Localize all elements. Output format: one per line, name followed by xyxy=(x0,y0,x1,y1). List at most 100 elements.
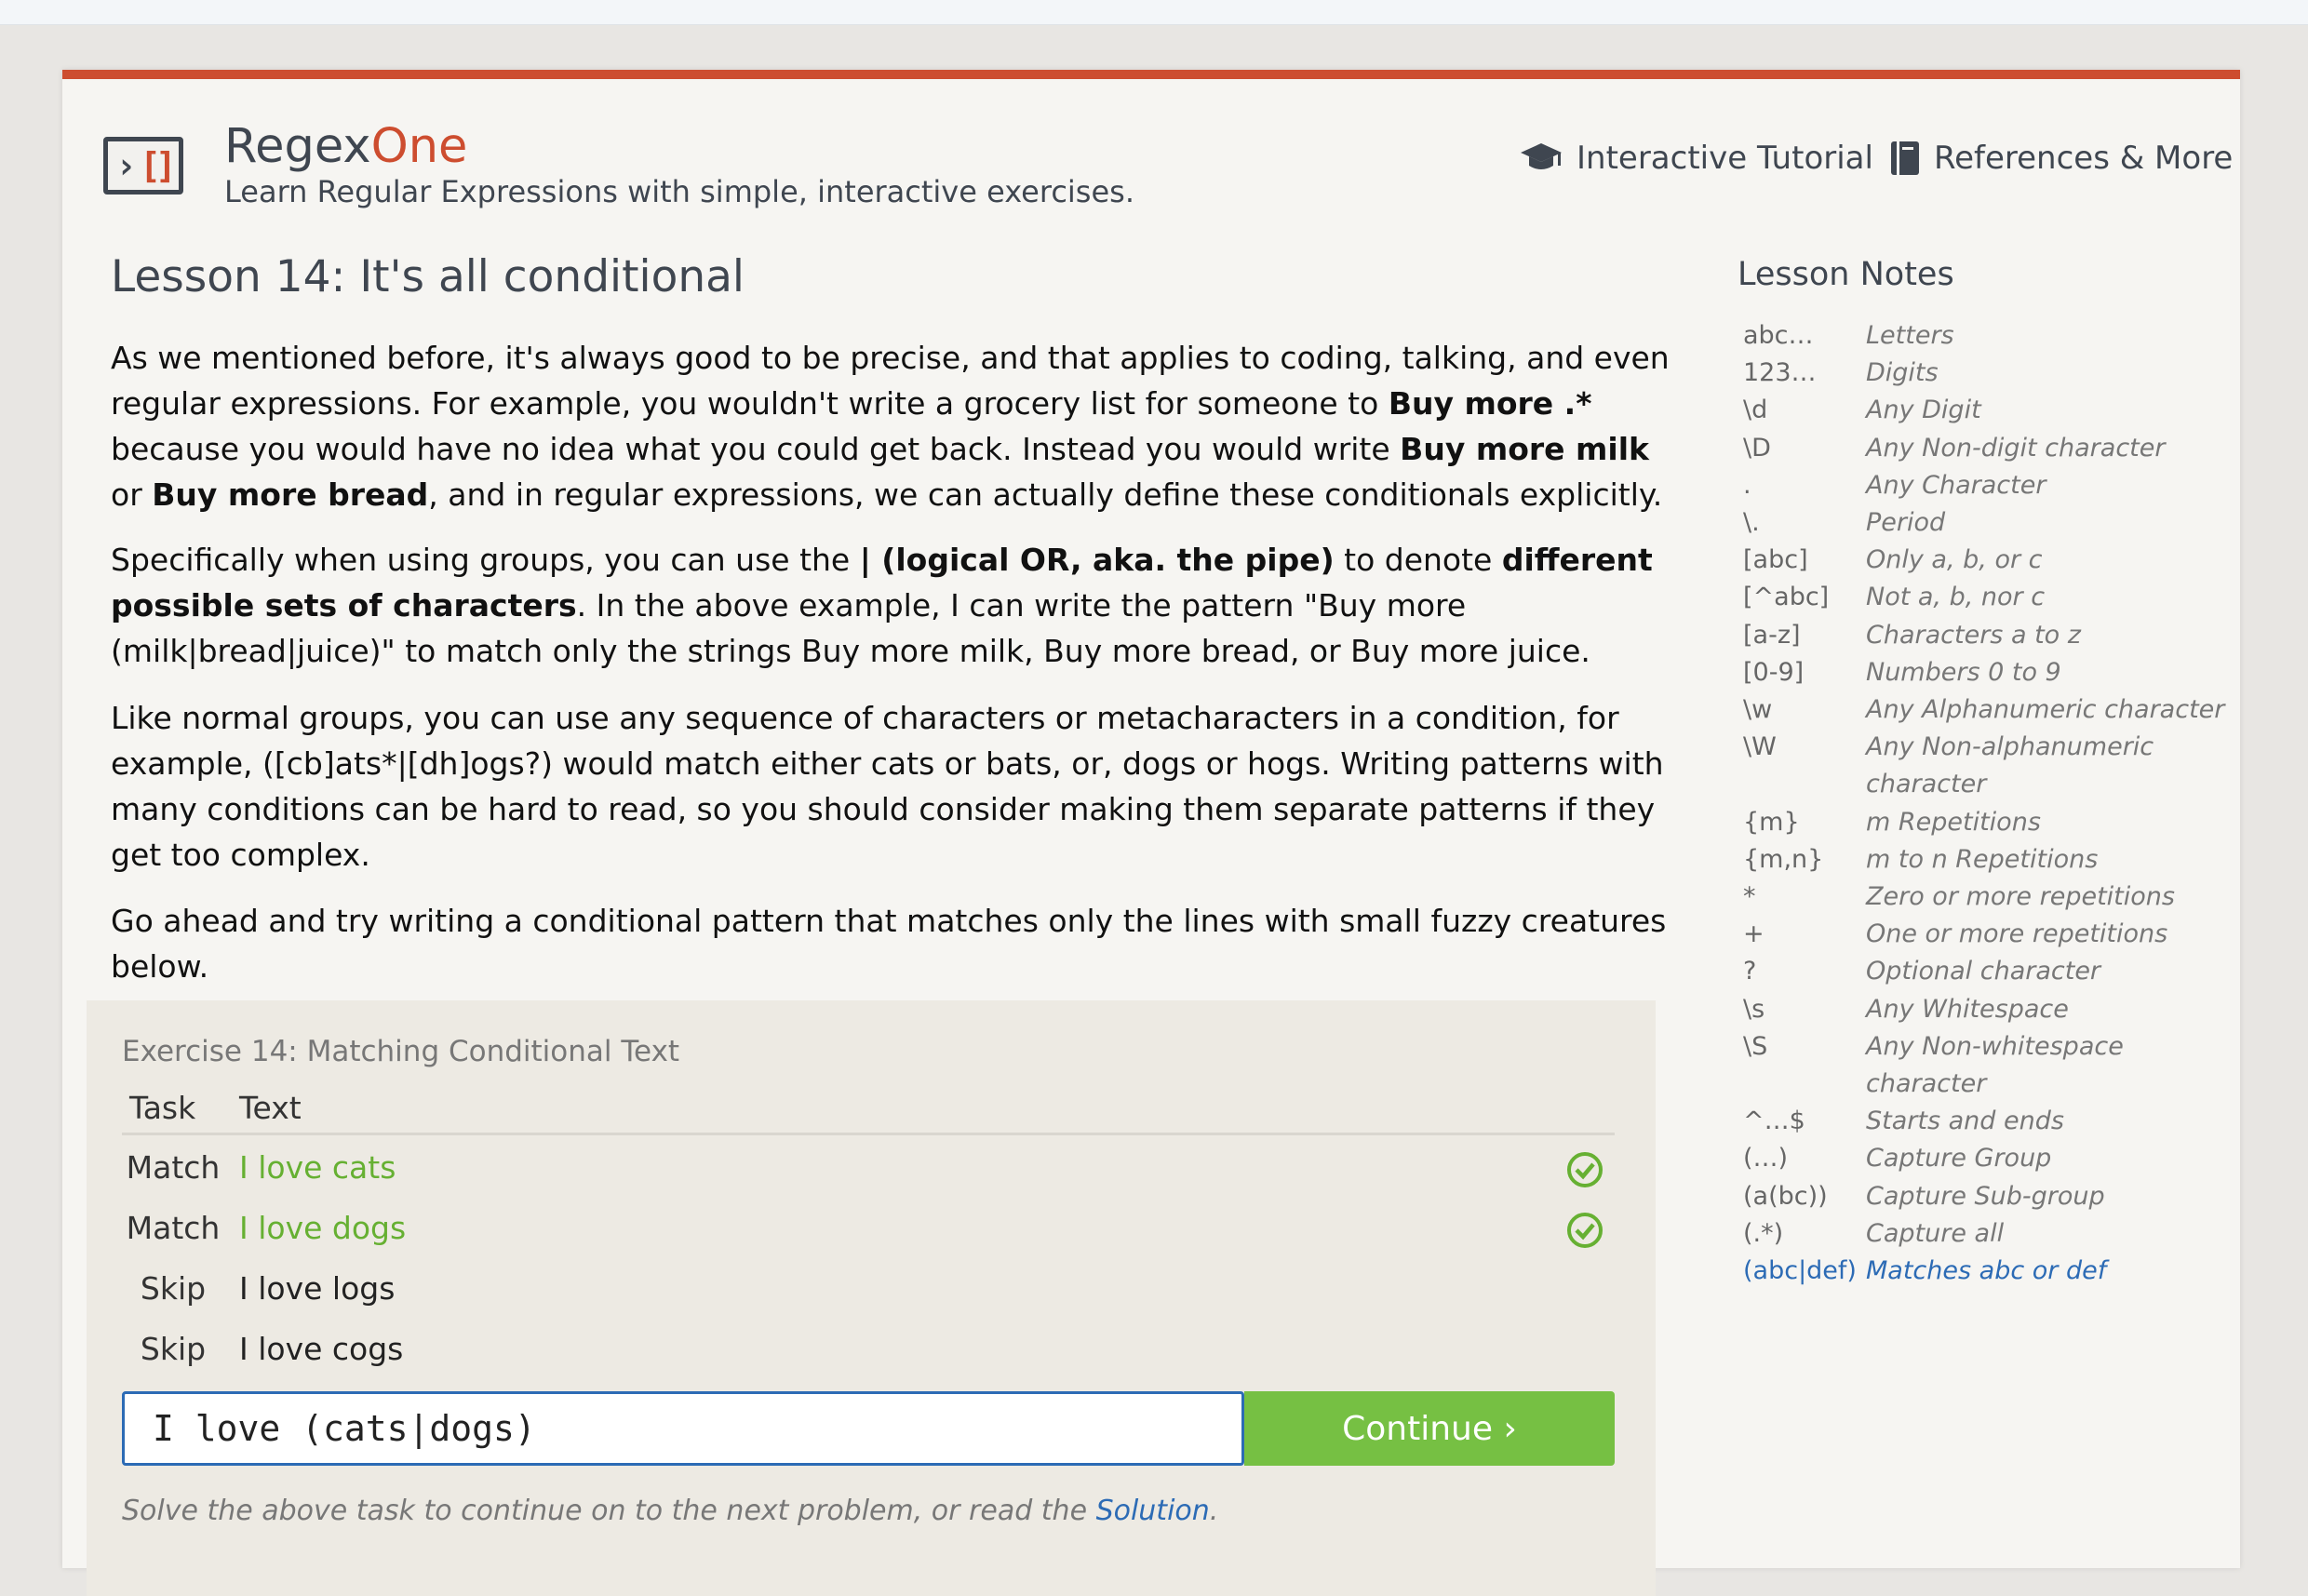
note-meaning: Capture all xyxy=(1866,1218,2005,1248)
lesson-note-item: ? Optional character xyxy=(1743,953,2246,990)
exercise-row: Match I love cats xyxy=(122,1138,1615,1198)
lesson-note-item: \. Period xyxy=(1743,504,2246,542)
lesson-note-item: abc… Letters xyxy=(1743,317,2246,355)
note-meaning: Characters a to z xyxy=(1866,620,2081,650)
lesson-note-item: {m} m Repetitions xyxy=(1743,804,2246,841)
solution-link[interactable]: Solution xyxy=(1096,1495,1210,1527)
lesson-note-item: . Any Character xyxy=(1743,467,2246,504)
continue-button[interactable]: Continue › xyxy=(1244,1391,1615,1466)
note-syntax: abc… xyxy=(1743,321,1814,350)
note-meaning: Any Whitespace xyxy=(1866,994,2069,1024)
nav-references[interactable]: References & More xyxy=(1889,135,2233,181)
lesson-title: Lesson 14: It's all conditional xyxy=(111,251,745,302)
note-meaning: m to n Repetitions xyxy=(1866,844,2099,874)
lesson-note-item: \d Any Digit xyxy=(1743,392,2246,429)
note-meaning: Any Non-alphanumeric xyxy=(1866,732,2154,762)
lesson-note-item: (…) Capture Group xyxy=(1743,1140,2246,1177)
browser-top-strip xyxy=(0,0,2308,25)
note-meaning: Any Non-whitespace character xyxy=(1866,1031,2124,1099)
row-text: I love cats xyxy=(239,1149,396,1186)
note-syntax: ^…$ xyxy=(1743,1106,1805,1136)
lesson-note-item: ^…$ Starts and ends xyxy=(1743,1103,2246,1140)
note-meaning: Capture Sub-group xyxy=(1866,1181,2105,1211)
note-syntax: . xyxy=(1743,470,1751,500)
note-syntax: {m,n} xyxy=(1743,844,1824,874)
regexone-logo-icon[interactable]: ›[] xyxy=(103,137,183,194)
lesson-paragraph-2: Specifically when using groups, you can … xyxy=(111,542,1653,669)
exercise-title: Exercise 14: Matching Conditional Text xyxy=(122,1035,680,1068)
exercise-row: Match I love dogs xyxy=(122,1199,1615,1258)
note-meaning: Any Non-digit character xyxy=(1866,433,2166,463)
lesson-note-item: \w Any Alphanumeric character xyxy=(1743,691,2246,729)
lesson-note-item: 123… Digits xyxy=(1743,355,2246,392)
note-syntax: {m} xyxy=(1743,807,1800,837)
note-syntax: [0-9] xyxy=(1743,657,1805,687)
lesson-notes-list: abc… Letters 123… Digits \d Any Digit \D Any No… xyxy=(1743,317,2246,1290)
lesson-note-item: [0-9] Numbers 0 to 9 xyxy=(1743,654,2246,691)
note-meaning: Numbers 0 to 9 xyxy=(1866,657,2061,687)
check-circle-icon xyxy=(1567,1152,1603,1187)
nav-references-label: References & More xyxy=(1934,140,2234,177)
lesson-note-item: \D Any Non-digit character xyxy=(1743,430,2246,467)
note-meaning: Zero or more repetitions xyxy=(1866,882,2175,912)
row-text: I love dogs xyxy=(239,1210,407,1246)
note-syntax: [abc] xyxy=(1743,545,1808,575)
note-syntax: (.*) xyxy=(1743,1218,1784,1248)
note-syntax: (…) xyxy=(1743,1144,1789,1174)
lesson-note-item: (abc|def) Matches abc or def xyxy=(1743,1253,2246,1290)
note-syntax: (a(bc)) xyxy=(1743,1181,1828,1211)
note-meaning: Any Alphanumeric character xyxy=(1866,695,2225,725)
regex-answer-input[interactable] xyxy=(122,1391,1244,1466)
lesson-note-item: \S Any Non-whitespace character xyxy=(1743,1028,2246,1103)
note-meaning: Not a, b, nor c xyxy=(1866,583,2046,612)
row-text: I love logs xyxy=(239,1270,396,1307)
note-meaning: Starts and ends xyxy=(1866,1106,2064,1136)
nav-interactive-tutorial[interactable]: Interactive Tutorial xyxy=(1519,135,1873,181)
lesson-note-item: {m,n} m to n Repetitions xyxy=(1743,841,2246,878)
row-task: Match xyxy=(126,1210,221,1246)
exercise-row: Skip I love cogs xyxy=(122,1320,1615,1379)
note-syntax: (abc|def) xyxy=(1743,1256,1857,1286)
note-syntax: * xyxy=(1743,882,1756,912)
lesson-note-item: (.*) Capture all xyxy=(1743,1215,2246,1253)
note-syntax: [^abc] xyxy=(1743,583,1830,612)
note-meaning: Capture Group xyxy=(1866,1144,2052,1174)
brand-regex: Regex xyxy=(224,119,371,174)
book-icon xyxy=(1891,141,1919,175)
lesson-paragraph-3: Like normal groups, you can use any sequ… xyxy=(111,700,1664,873)
note-meaning: Only a, b, or c xyxy=(1866,545,2043,575)
note-meaning: One or more repetitions xyxy=(1866,919,2168,949)
note-meaning: Letters xyxy=(1866,321,1954,350)
exercise-table-header: Task Text xyxy=(122,1084,1615,1135)
note-syntax: + xyxy=(1743,919,1765,949)
lesson-note-item: * Zero or more repetitions xyxy=(1743,878,2246,916)
note-syntax: \s xyxy=(1743,994,1765,1024)
note-meaning: Any Digit xyxy=(1866,396,1981,425)
brand-one: One xyxy=(370,119,468,174)
lesson-note-item: character xyxy=(1743,766,2246,803)
note-meaning: Digits xyxy=(1866,358,1939,388)
lesson-note-item: [a-z] Characters a to z xyxy=(1743,617,2246,654)
check-circle-icon xyxy=(1567,1213,1603,1248)
exercise-row: Skip I love logs xyxy=(122,1259,1615,1319)
lesson-note-item: (a(bc)) Capture Sub-group xyxy=(1743,1178,2246,1215)
lesson-paragraph-1: As we mentioned before, it's always good… xyxy=(111,340,1670,513)
lesson-note-item: + One or more repetitions xyxy=(1743,916,2246,953)
note-meaning: Any Character xyxy=(1866,470,2046,500)
lesson-note-item: [^abc] Not a, b, nor c xyxy=(1743,579,2246,616)
note-syntax: \S xyxy=(1743,1031,1768,1061)
exercise-panel: Exercise 14: Matching Conditional Text T… xyxy=(87,1000,1656,1596)
site-tagline: Learn Regular Expressions with simple, i… xyxy=(224,174,1134,209)
nav-tutorial-label: Interactive Tutorial xyxy=(1577,140,1873,177)
note-meaning: Matches abc or def xyxy=(1866,1256,2107,1286)
note-syntax: [a-z] xyxy=(1743,620,1801,650)
page-card: ›[] RegexOne Learn Regular Expressions w… xyxy=(62,70,2240,1596)
lesson-notes-title: Lesson Notes xyxy=(1738,256,1954,293)
note-meaning: Period xyxy=(1866,508,1946,538)
note-syntax: \w xyxy=(1743,695,1773,725)
column-text-header: Text xyxy=(239,1090,302,1126)
solution-hint: Solve the above task to continue on to t… xyxy=(122,1495,1219,1527)
graduation-cap-icon xyxy=(1521,143,1562,169)
column-task-header: Task xyxy=(129,1090,196,1126)
note-syntax: ? xyxy=(1743,957,1757,986)
